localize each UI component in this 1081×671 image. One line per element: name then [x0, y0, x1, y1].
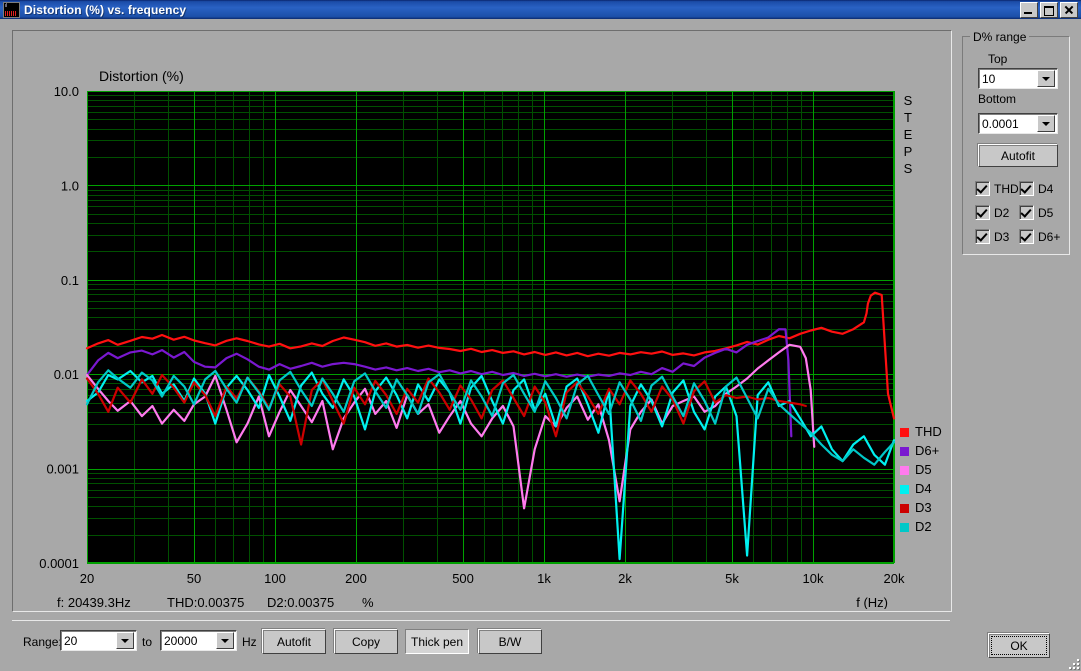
checkbox-d3[interactable]: D3	[975, 229, 1009, 244]
checkbox-d5[interactable]: D5	[1019, 205, 1053, 220]
svg-text:0.1: 0.1	[61, 273, 79, 288]
bottom-value: 0.0001	[979, 117, 1037, 131]
thick-pen-button[interactable]: Thick pen	[405, 629, 469, 654]
svg-text:f: 20439.3Hz: f: 20439.3Hz	[57, 595, 131, 609]
svg-text:%: %	[362, 595, 374, 609]
top-value: 10	[979, 72, 1037, 86]
svg-text:1.0: 1.0	[61, 178, 79, 193]
title-bar: ıl Distortion (%) vs. frequency	[0, 0, 1081, 19]
spectrum-icon: ıl	[3, 2, 20, 18]
checkbox-d2[interactable]: D2	[975, 205, 1009, 220]
chevron-down-icon[interactable]	[1037, 115, 1055, 132]
distortion-chart[interactable]: 10.0 1.0 0.1 0.01 0.001 0.000120 50 100 200 500 1k…	[13, 31, 949, 609]
close-icon[interactable]	[1060, 2, 1078, 18]
svg-text:D5: D5	[915, 462, 932, 477]
checkbox-box-icon[interactable]	[975, 229, 990, 244]
maximize-icon[interactable]	[1040, 2, 1058, 18]
svg-text:10.0: 10.0	[54, 84, 79, 99]
range-from-combo[interactable]: 20	[60, 630, 137, 651]
checkbox-box-icon[interactable]	[975, 181, 990, 196]
bottom-combo[interactable]: 0.0001	[978, 113, 1058, 134]
ok-label: OK	[1010, 639, 1027, 653]
bw-button[interactable]: B/W	[478, 629, 542, 654]
checkbox-box-icon[interactable]	[1019, 229, 1034, 244]
bottom-toolbar: Range: 20 to 20000 Hz Autofit Copy Thick…	[12, 620, 950, 663]
svg-text:500: 500	[452, 571, 474, 586]
hz-unit-label: Hz	[242, 635, 257, 649]
window-title: Distortion (%) vs. frequency	[24, 3, 186, 17]
svg-text:D2: D2	[915, 519, 932, 534]
autofit-button[interactable]: Autofit	[262, 629, 326, 654]
resize-grip-icon[interactable]	[1065, 655, 1079, 669]
autofit-label: Autofit	[277, 635, 311, 649]
bottom-label: Bottom	[978, 92, 1016, 106]
chart-frame: 10.0 1.0 0.1 0.01 0.001 0.000120 50 100 200 500 1k…	[12, 30, 952, 612]
svg-text:D6+: D6+	[915, 443, 939, 458]
svg-text:S: S	[904, 161, 913, 176]
range-from-value: 20	[61, 634, 116, 648]
svg-text:D3: D3	[915, 500, 932, 515]
checkbox-box-icon[interactable]	[1019, 181, 1034, 196]
checkbox-d2-label: D2	[994, 206, 1009, 220]
svg-text:Distortion (%): Distortion (%)	[99, 68, 184, 84]
autofit-range-label: Autofit	[1001, 149, 1035, 163]
range-label: Range:	[23, 635, 62, 649]
svg-text:5k: 5k	[725, 571, 739, 586]
svg-text:P: P	[904, 144, 913, 159]
svg-text:D2:0.00375: D2:0.00375	[267, 595, 334, 609]
minimize-icon[interactable]	[1020, 2, 1038, 18]
svg-text:2k: 2k	[618, 571, 632, 586]
d-percent-range-panel: D% range Top 10 Bottom 0.0001 Autofit TH…	[962, 30, 1070, 255]
svg-text:20k: 20k	[884, 571, 905, 586]
svg-text:THD:0.00375: THD:0.00375	[167, 595, 244, 609]
svg-text:50: 50	[187, 571, 201, 586]
checkbox-d4-label: D4	[1038, 182, 1053, 196]
thick-pen-label: Thick pen	[411, 635, 463, 649]
distortion-window: ıl Distortion (%) vs. frequency 10.0 1.0 0…	[0, 0, 1081, 671]
window-controls	[1020, 2, 1078, 18]
svg-text:THD: THD	[915, 424, 942, 439]
svg-text:T: T	[904, 110, 912, 125]
autofit-range-button[interactable]: Autofit	[978, 144, 1058, 167]
svg-text:E: E	[904, 127, 913, 142]
copy-label: Copy	[352, 635, 380, 649]
svg-text:S: S	[904, 93, 913, 108]
chevron-down-icon[interactable]	[116, 632, 134, 649]
to-label: to	[142, 635, 152, 649]
copy-button[interactable]: Copy	[334, 629, 398, 654]
range-to-combo[interactable]: 20000	[160, 630, 237, 651]
chevron-down-icon[interactable]	[216, 632, 234, 649]
svg-text:0.0001: 0.0001	[39, 556, 79, 571]
checkbox-d6plus[interactable]: D6+	[1019, 229, 1060, 244]
top-combo[interactable]: 10	[978, 68, 1058, 89]
svg-text:f (Hz): f (Hz)	[856, 595, 888, 609]
checkbox-d3-label: D3	[994, 230, 1009, 244]
checkbox-thd-label: THD	[994, 182, 1019, 196]
top-label: Top	[988, 52, 1007, 66]
svg-text:D4: D4	[915, 481, 932, 496]
checkbox-box-icon[interactable]	[1019, 205, 1034, 220]
svg-text:100: 100	[264, 571, 286, 586]
ok-button[interactable]: OK	[988, 633, 1050, 658]
group-label: D% range	[970, 30, 1029, 44]
svg-text:1k: 1k	[537, 571, 551, 586]
bw-label: B/W	[499, 635, 522, 649]
checkbox-d4[interactable]: D4	[1019, 181, 1053, 196]
svg-text:20: 20	[80, 571, 94, 586]
svg-text:10k: 10k	[803, 571, 824, 586]
svg-text:200: 200	[345, 571, 367, 586]
chevron-down-icon[interactable]	[1037, 70, 1055, 87]
checkbox-d5-label: D5	[1038, 206, 1053, 220]
range-to-value: 20000	[161, 634, 216, 648]
checkbox-thd[interactable]: THD	[975, 181, 1019, 196]
svg-text:0.01: 0.01	[54, 367, 79, 382]
checkbox-d6plus-label: D6+	[1038, 230, 1060, 244]
svg-text:0.001: 0.001	[46, 462, 79, 477]
checkbox-box-icon[interactable]	[975, 205, 990, 220]
